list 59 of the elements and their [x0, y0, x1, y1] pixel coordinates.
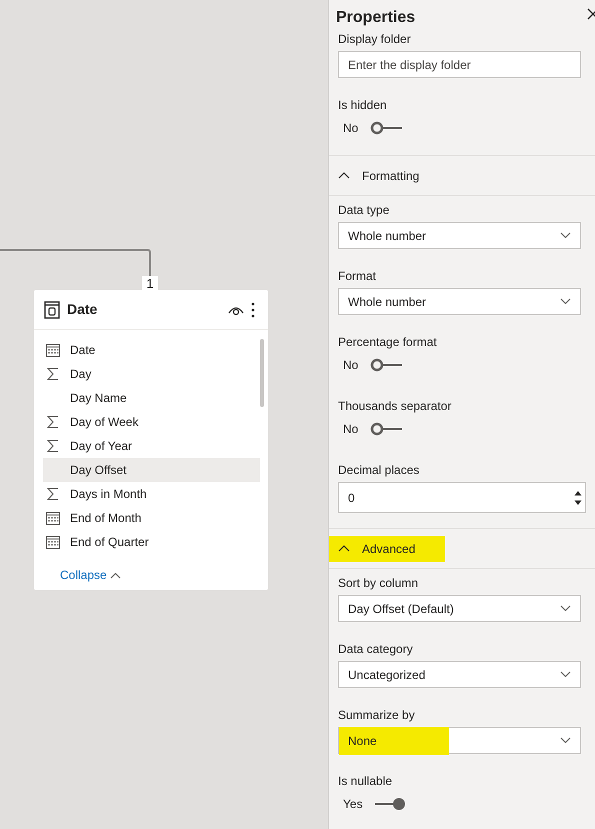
- toggle-switch[interactable]: [370, 422, 402, 436]
- field-label: Thousands separator: [338, 399, 452, 413]
- toggle-switch[interactable]: [370, 121, 402, 135]
- chevron-down-icon: [560, 298, 571, 305]
- field-row[interactable]: Day Offset: [43, 458, 260, 482]
- section-header[interactable]: Advanced: [329, 536, 446, 562]
- field-label: Percentage format: [338, 335, 438, 349]
- dropdown[interactable]: None: [338, 727, 581, 754]
- sigma-icon: [46, 367, 60, 381]
- field-label: Sort by column: [338, 576, 420, 590]
- toggle-switch[interactable]: [374, 797, 407, 811]
- dropdown[interactable]: Whole number: [338, 288, 581, 315]
- toggle-switch[interactable]: [370, 358, 402, 372]
- field-label: Decimal places: [338, 463, 420, 477]
- section-header[interactable]: Formatting: [329, 162, 428, 188]
- panel-title: Properties: [336, 8, 416, 26]
- cardinality-label: 1: [142, 276, 158, 291]
- chevron-down-icon: [560, 232, 571, 239]
- toggle-value: Yes: [343, 796, 363, 813]
- toggle-value: No: [343, 120, 358, 137]
- calendar-icon: [46, 535, 60, 549]
- field-label: Is nullable: [338, 774, 394, 788]
- table-icon: [44, 300, 60, 318]
- scrollbar-thumb[interactable]: [260, 339, 264, 407]
- chevron-up-icon: [338, 545, 350, 552]
- field-label: Is hidden: [338, 98, 388, 112]
- dropdown[interactable]: Day Offset (Default): [338, 595, 581, 622]
- field-label: Display folder: [338, 32, 412, 46]
- field-row[interactable]: End of Month: [43, 506, 260, 530]
- field-label: Format: [338, 269, 378, 283]
- collapse-link[interactable]: Collapse: [60, 566, 121, 584]
- chevron-down-icon: [560, 671, 571, 678]
- field-row[interactable]: Day Name: [43, 386, 260, 410]
- calendar-icon: [46, 511, 60, 525]
- dropdown[interactable]: Uncategorized: [338, 661, 581, 688]
- field-label: Data category: [338, 642, 414, 656]
- chevron-up-icon: [110, 572, 121, 578]
- field-row[interactable]: Days in Month: [43, 482, 260, 506]
- number-input[interactable]: 0: [338, 482, 586, 513]
- field-row[interactable]: End of Quarter: [43, 530, 260, 554]
- field-row[interactable]: Day: [43, 362, 260, 386]
- toggle-value: No: [343, 357, 358, 374]
- field-label: Summarize by: [338, 708, 416, 722]
- field-row[interactable]: Date: [43, 338, 260, 362]
- chevron-up-icon: [338, 172, 350, 179]
- table-title: Date: [67, 300, 98, 319]
- dropdown[interactable]: Whole number: [338, 222, 581, 249]
- chevron-down-icon: [560, 737, 571, 744]
- sigma-icon: [46, 439, 60, 453]
- chevron-down-icon: [560, 605, 571, 612]
- field-row[interactable]: Day of Week: [43, 410, 260, 434]
- spin-arrows-icon[interactable]: [574, 490, 582, 506]
- field-label: Data type: [338, 203, 390, 217]
- sigma-icon: [46, 487, 60, 501]
- field-row[interactable]: Day of Year: [43, 434, 260, 458]
- calendar-icon: [46, 343, 60, 357]
- sigma-icon: [46, 415, 60, 429]
- toggle-value: No: [343, 421, 358, 438]
- text-input[interactable]: Enter the display folder: [338, 51, 581, 78]
